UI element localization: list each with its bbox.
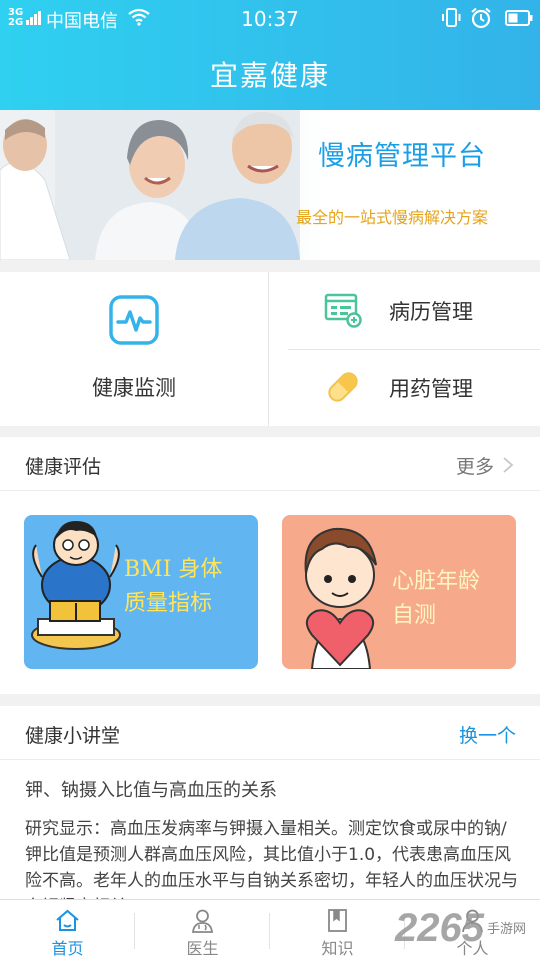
medication-button[interactable]: 用药管理 xyxy=(269,349,540,426)
chevron-right-icon[interactable] xyxy=(502,456,514,474)
banner-photo xyxy=(0,110,300,260)
article-headline[interactable]: 钾、钠摄入比值与高血压的关系 xyxy=(25,776,277,802)
heart-card-line2: 自测 xyxy=(392,603,437,628)
bmi-card-title: BMI 身体 质量指标 xyxy=(124,553,258,621)
watermark-logo: 2265 手游网 xyxy=(395,906,540,956)
heartbeat-monitor-icon xyxy=(109,295,159,345)
banner-carousel[interactable]: 慢病管理平台 最全的一站式慢病解决方案 xyxy=(0,110,540,260)
watermark-text: 手游网 xyxy=(487,922,527,937)
vibrate-icon xyxy=(442,8,461,27)
bmi-card[interactable]: BMI 身体 质量指标 xyxy=(24,515,258,669)
doctor-icon xyxy=(191,909,214,933)
tab-knowledge[interactable]: 知识 xyxy=(270,900,405,960)
section-title: 健康评估 xyxy=(25,456,102,478)
banner-title: 慢病管理平台 xyxy=(318,141,486,172)
quick-actions: 健康监测 病历管理 用药管理 xyxy=(0,272,540,426)
heart-age-card[interactable]: 心脏年龄 自测 xyxy=(282,515,516,669)
alarm-icon xyxy=(471,7,491,29)
section-title: 健康小讲堂 xyxy=(25,725,121,747)
medical-records-button[interactable]: 病历管理 xyxy=(269,272,540,349)
watermark-number: 2265 xyxy=(395,906,484,950)
tab-label: 首页 xyxy=(51,939,84,958)
book-icon xyxy=(328,909,347,932)
tab-label: 知识 xyxy=(321,939,354,958)
health-lecture-section: 健康小讲堂 换一个 钾、钠摄入比值与高血压的关系 研究显示：高血压发病率与钾摄入… xyxy=(0,706,540,906)
medical-record-icon xyxy=(324,293,362,328)
medication-label: 用药管理 xyxy=(389,377,473,401)
tab-label: 医生 xyxy=(186,939,219,958)
health-monitor-label: 健康监测 xyxy=(92,376,176,400)
home-icon xyxy=(56,909,79,931)
tab-home[interactable]: 首页 xyxy=(0,900,135,960)
status-bar: 3G 2G 中国电信 10:37 xyxy=(0,0,540,40)
page-title: 宜嘉健康 xyxy=(209,59,330,92)
heart-card-line1: 心脏年龄 xyxy=(392,569,481,594)
health-monitor-button[interactable]: 健康监测 xyxy=(0,272,268,426)
swap-article-button[interactable]: 换一个 xyxy=(459,721,516,748)
medical-records-label: 病历管理 xyxy=(389,300,473,324)
bmi-card-line2: 质量指标 xyxy=(124,591,213,616)
article-body: 研究显示：高血压发病率与钾摄入量相关。测定饮食或尿中的钠/钾比值是预测人群高血压… xyxy=(25,819,518,906)
heart-age-card-title: 心脏年龄 自测 xyxy=(392,565,516,633)
health-assessment-section: 健康评估 更多 BMI 身体 质量指标 心脏年龄 自测 xyxy=(0,437,540,694)
battery-icon xyxy=(505,10,533,26)
app-header: 3G 2G 中国电信 10:37 宜嘉健康 xyxy=(0,0,540,110)
pill-icon xyxy=(328,372,358,402)
more-link[interactable]: 更多 xyxy=(456,452,494,479)
section-header: 健康评估 更多 xyxy=(0,437,540,491)
bmi-card-line1: BMI 身体 xyxy=(124,557,223,582)
section-header: 健康小讲堂 换一个 xyxy=(0,706,540,760)
tab-doctor[interactable]: 医生 xyxy=(135,900,270,960)
banner-subtitle: 最全的一站式慢病解决方案 xyxy=(296,208,489,227)
